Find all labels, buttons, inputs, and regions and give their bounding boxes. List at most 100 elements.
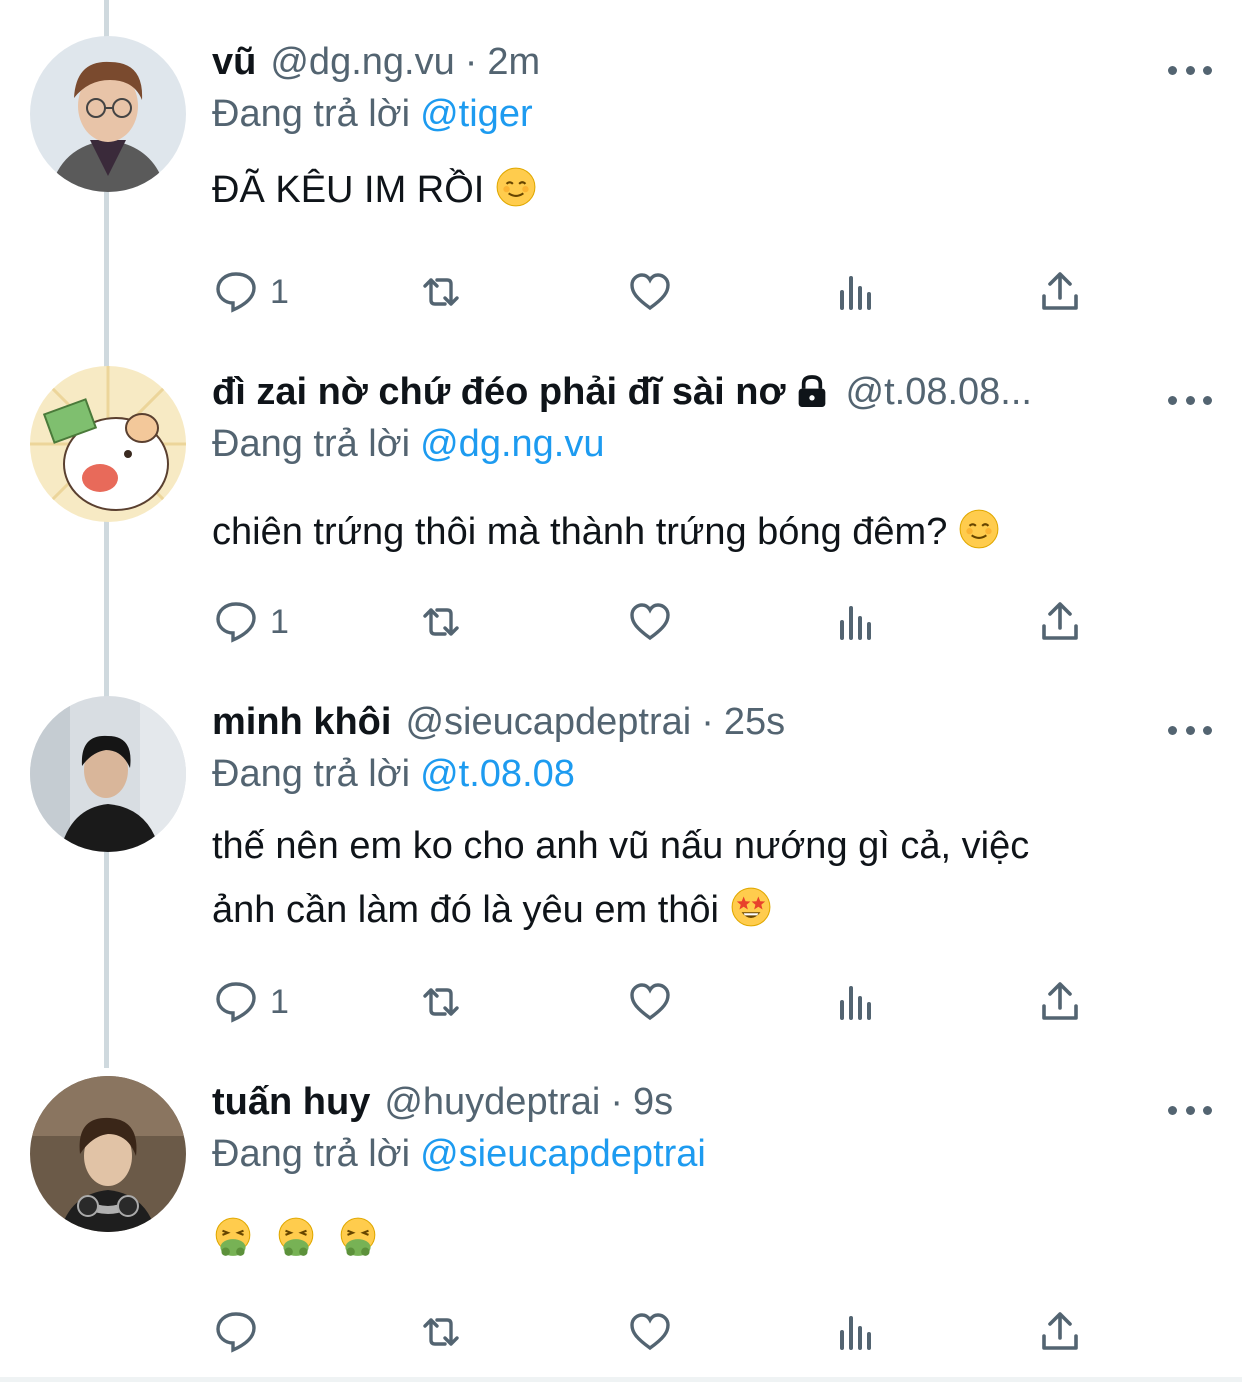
share-button[interactable]: [1036, 1302, 1084, 1362]
mention-link[interactable]: @tiger: [420, 93, 533, 135]
reply-button[interactable]: 1: [212, 592, 289, 652]
tweet-text: [212, 1208, 1202, 1272]
heart-icon: [630, 983, 670, 1021]
reply-icon: [216, 1312, 256, 1353]
timestamp[interactable]: 9s: [633, 1076, 673, 1128]
heart-icon: [630, 273, 670, 311]
more-options-button[interactable]: [1168, 1094, 1212, 1126]
username[interactable]: @sieucapdeptrai: [405, 696, 691, 748]
vomiting-face-emoji-icon: [278, 1217, 313, 1256]
like-button[interactable]: [626, 1302, 674, 1362]
tweet-text: ĐÃ KÊU IM RỒI: [212, 158, 1202, 222]
tweet-item[interactable]: đì zai nờ chứ đéo phải đĩ sài nơ @t.08.0…: [0, 340, 1242, 680]
more-options-button[interactable]: [1168, 384, 1212, 416]
separator: ·: [701, 701, 714, 743]
analytics-icon: [840, 1316, 871, 1350]
tweet-text-line: thế nên em ko cho anh vũ nấu nướng gì cả…: [212, 825, 1030, 867]
share-icon: [1042, 602, 1078, 640]
display-name[interactable]: vũ: [212, 36, 256, 88]
avatar[interactable]: [30, 1076, 186, 1232]
share-button[interactable]: [1036, 592, 1084, 652]
tweet-actions: [212, 1302, 1112, 1362]
reply-icon: [216, 982, 256, 1023]
reply-count: 1: [270, 272, 289, 311]
replying-to: Đang trả lời @dg.ng.vu: [212, 418, 1202, 470]
tweet-actions: 1: [212, 592, 1112, 652]
display-name[interactable]: minh khôi: [212, 696, 391, 748]
retweet-icon: [423, 278, 459, 306]
username[interactable]: @t.08.08...: [846, 366, 1032, 418]
more-options-button[interactable]: [1168, 714, 1212, 746]
analytics-button[interactable]: [832, 262, 880, 322]
timestamp[interactable]: 2m: [487, 36, 540, 88]
man-in-black-avatar: [30, 696, 186, 852]
analytics-icon: [840, 986, 871, 1020]
tweet-thread: vũ @dg.ng.vu · 2m Đang trả lời @tiger ĐÃ …: [0, 0, 1242, 1382]
username[interactable]: @dg.ng.vu: [270, 36, 454, 88]
tweet-text-content: chiên trứng thôi mà thành trứng bóng đêm…: [212, 511, 948, 553]
retweet-icon: [423, 608, 459, 636]
replying-to: Đang trả lời @t.08.08: [212, 748, 1202, 800]
tweet-text-line-2: ảnh cần làm đó là yêu em thôi: [212, 878, 1202, 942]
analytics-button[interactable]: [832, 592, 880, 652]
cartoon-bear-avatar: [30, 366, 186, 522]
reply-icon: [216, 272, 256, 313]
share-button[interactable]: [1036, 262, 1084, 322]
avatar[interactable]: [30, 36, 186, 192]
replying-to-label: Đang trả lời: [212, 1133, 411, 1175]
tweet-text-content: ảnh cần làm đó là yêu em thôi: [212, 889, 719, 931]
replying-to-label: Đang trả lời: [212, 753, 411, 795]
tweet-header: tuấn huy @huydeptrai · 9s: [212, 1076, 1202, 1128]
tweet-header: đì zai nờ chứ đéo phải đĩ sài nơ @t.08.0…: [212, 366, 1202, 418]
retweet-icon: [423, 1318, 459, 1346]
mention-link[interactable]: @dg.ng.vu: [420, 423, 604, 465]
display-name[interactable]: tuấn huy: [212, 1076, 370, 1128]
relieved-face-emoji-icon: [496, 167, 536, 207]
tweet-actions: 1: [212, 262, 1112, 322]
reply-count: 1: [270, 982, 289, 1021]
tweet-item[interactable]: vũ @dg.ng.vu · 2m Đang trả lời @tiger ĐÃ …: [0, 0, 1242, 340]
lock-icon: [798, 375, 825, 407]
reply-button[interactable]: [212, 1302, 270, 1362]
relieved-face-emoji-icon: [959, 509, 999, 549]
star-struck-face-emoji-icon: [731, 887, 770, 927]
replying-to-label: Đang trả lời: [212, 93, 411, 135]
retweet-button[interactable]: [417, 592, 465, 652]
separator: ·: [610, 1081, 624, 1123]
divider: [0, 1377, 1242, 1382]
tweet-header: minh khôi @sieucapdeptrai · 25s: [212, 696, 1202, 748]
replying-to: Đang trả lời @sieucapdeptrai: [212, 1128, 1202, 1180]
retweet-button[interactable]: [417, 972, 465, 1032]
replying-to: Đang trả lời @tiger: [212, 88, 1202, 140]
mention-link[interactable]: @sieucapdeptrai: [420, 1133, 706, 1175]
avatar[interactable]: [30, 366, 186, 522]
retweet-button[interactable]: [417, 262, 465, 322]
like-button[interactable]: [626, 592, 674, 652]
display-name[interactable]: đì zai nờ chứ đéo phải đĩ sài nơ: [212, 366, 786, 418]
analytics-button[interactable]: [832, 1302, 880, 1362]
more-options-button[interactable]: [1168, 54, 1212, 86]
analytics-button[interactable]: [832, 972, 880, 1032]
tweet-actions: 1: [212, 972, 1112, 1032]
like-button[interactable]: [626, 262, 674, 322]
replying-to-label: Đang trả lời: [212, 423, 411, 465]
timestamp[interactable]: 25s: [724, 696, 785, 748]
heart-icon: [630, 1313, 670, 1351]
like-button[interactable]: [626, 972, 674, 1032]
analytics-icon: [840, 606, 871, 640]
mention-link[interactable]: @t.08.08: [420, 753, 575, 795]
share-button[interactable]: [1036, 972, 1084, 1032]
tweet-item[interactable]: tuấn huy @huydeptrai · 9s Đang trả lời @s…: [0, 1060, 1242, 1377]
vomiting-face-emoji-icon: [215, 1217, 251, 1256]
retweet-button[interactable]: [417, 1302, 465, 1362]
share-icon: [1042, 1312, 1078, 1350]
avatar[interactable]: [30, 696, 186, 852]
man-with-glasses-avatar: [30, 36, 186, 192]
username[interactable]: @huydeptrai: [384, 1076, 600, 1128]
reply-button[interactable]: 1: [212, 972, 289, 1032]
tweet-item[interactable]: minh khôi @sieucapdeptrai · 25s Đang trả…: [0, 680, 1242, 1060]
reply-count: 1: [270, 602, 289, 641]
tweet-header: vũ @dg.ng.vu · 2m: [212, 36, 1202, 88]
man-with-headphones-avatar: [30, 1076, 186, 1232]
reply-button[interactable]: 1: [212, 262, 289, 322]
